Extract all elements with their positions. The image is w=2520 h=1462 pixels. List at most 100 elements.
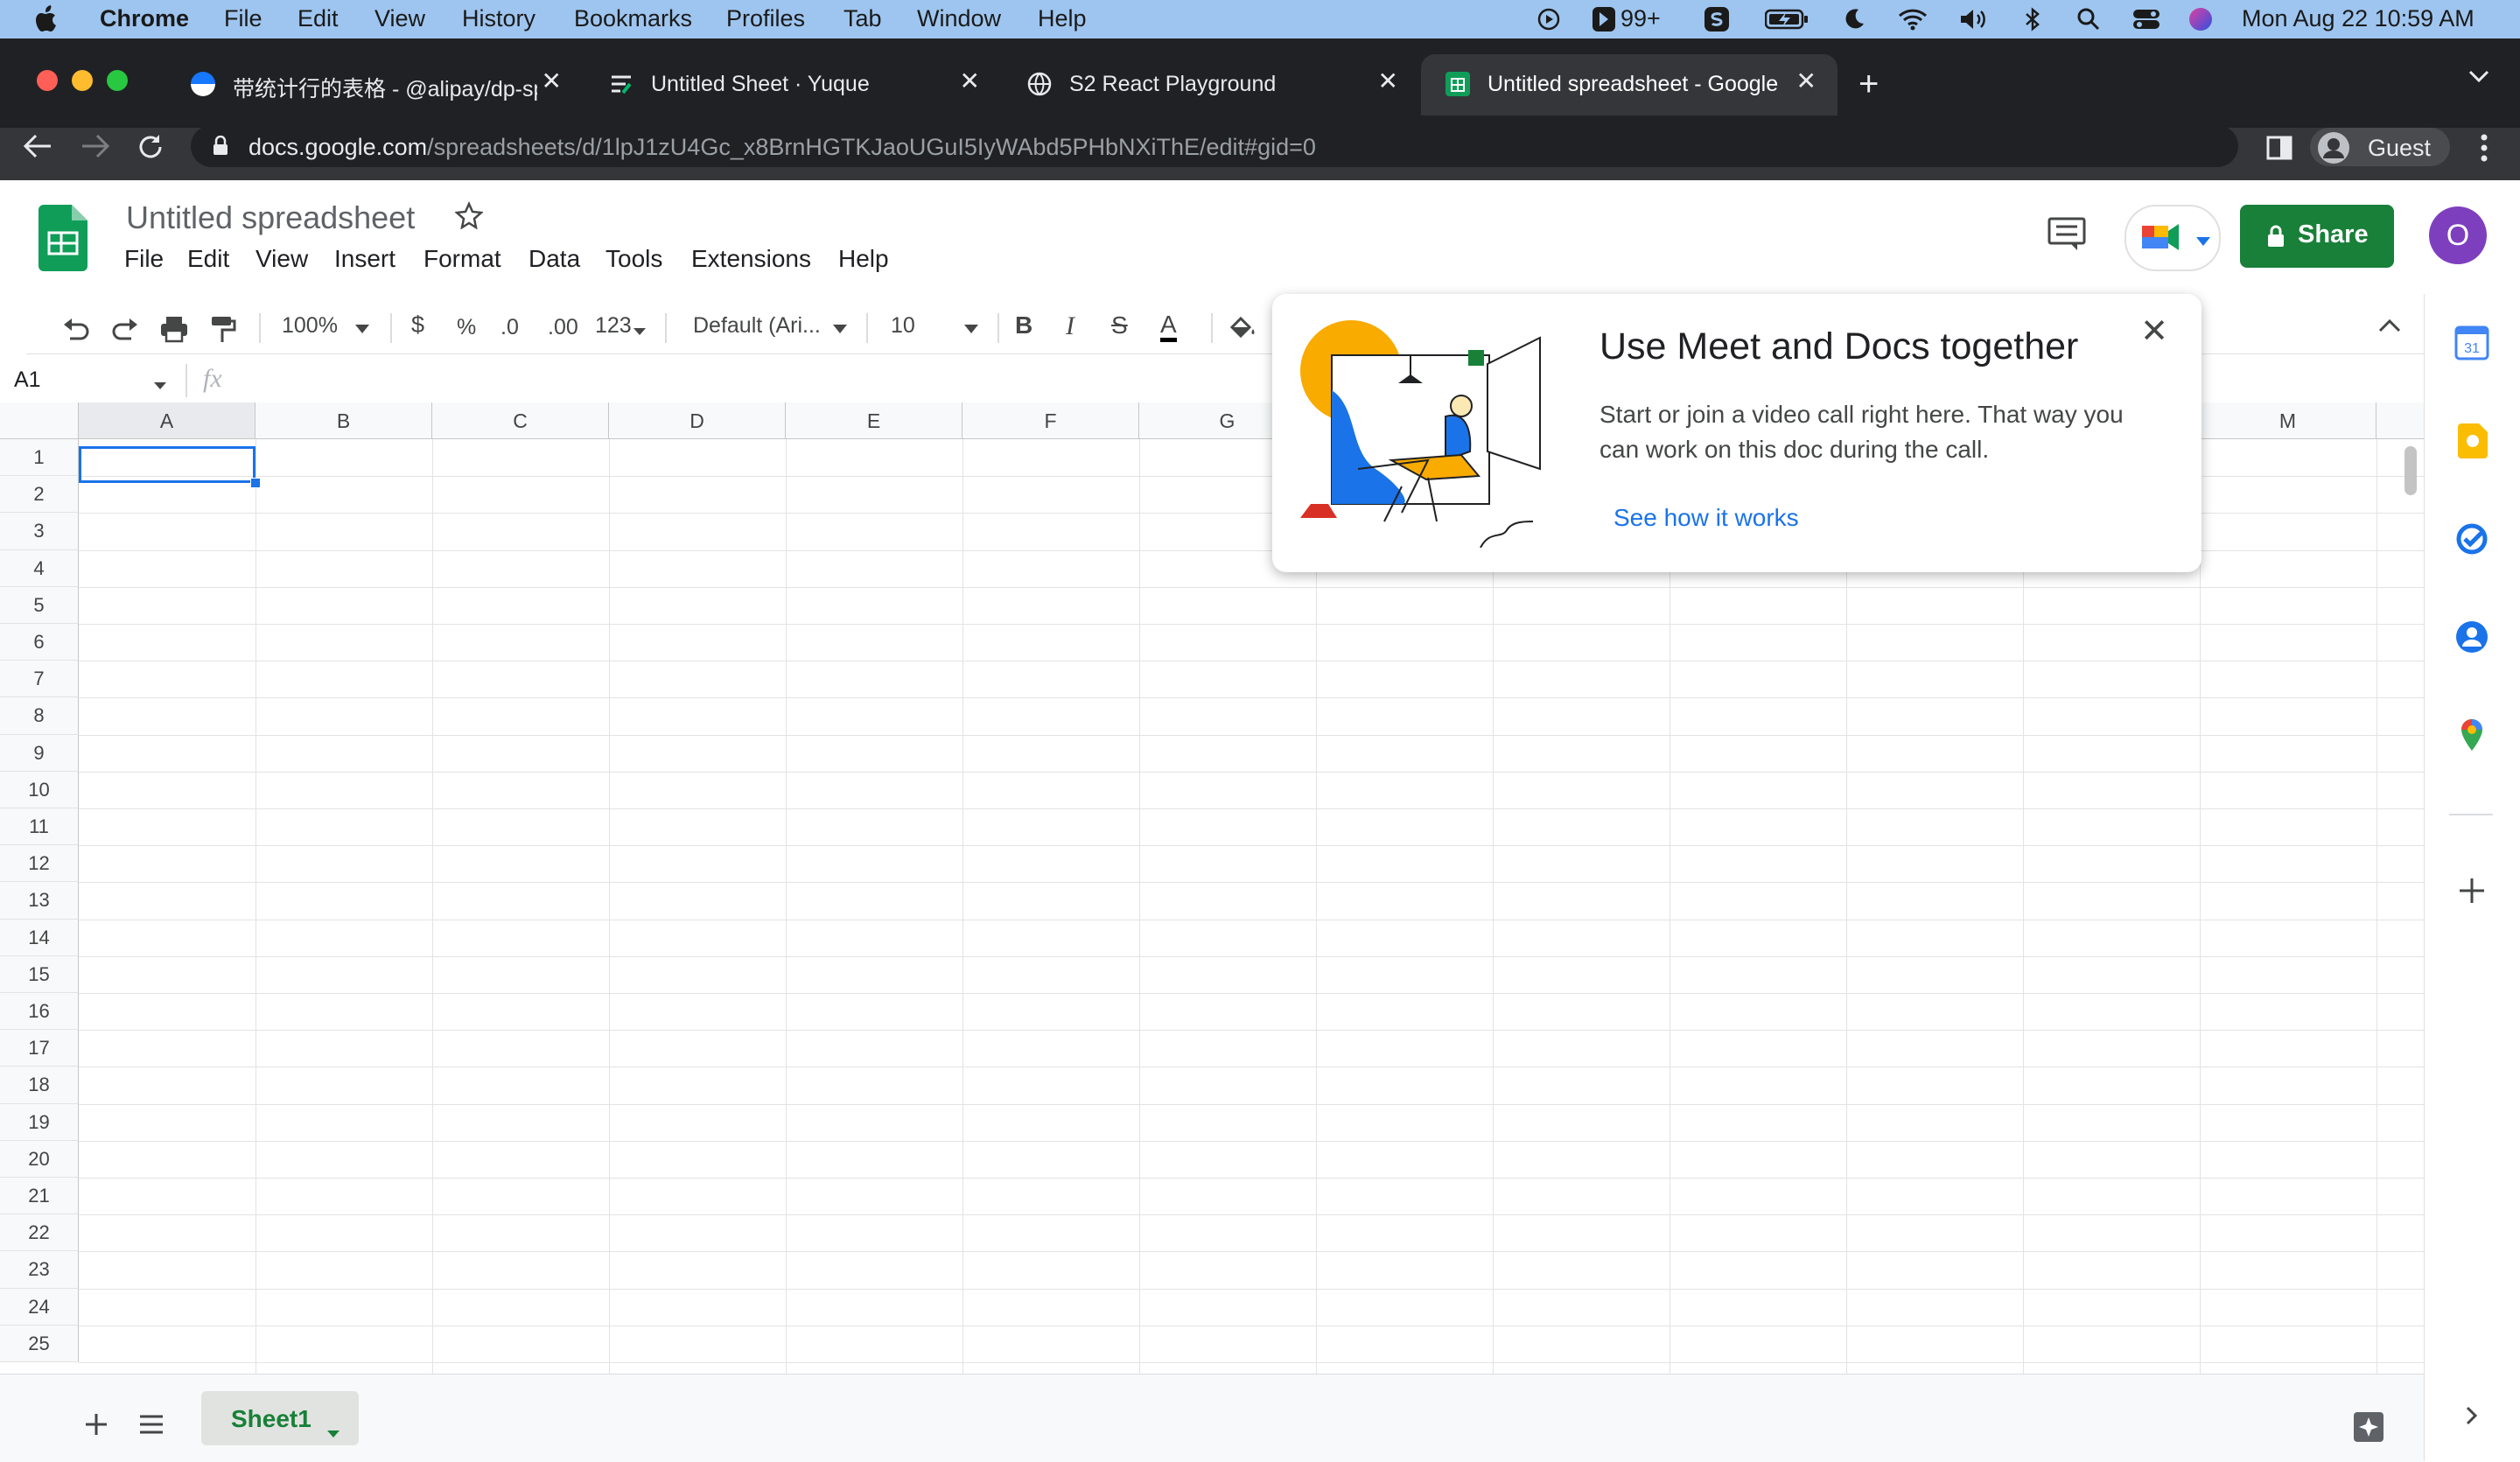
name-box-dropdown-icon[interactable] [154,378,166,394]
row-header[interactable]: 10 [0,771,79,808]
popup-close-icon[interactable]: ✕ [2140,311,2168,351]
mac-menu-tab[interactable]: Tab [844,5,882,32]
control-center-icon[interactable] [2132,5,2161,33]
row-header[interactable]: 25 [0,1325,79,1362]
expand-side-panel-icon[interactable] [2453,1396,2491,1435]
mac-menu-window[interactable]: Window [917,5,1001,32]
column-header-f[interactable]: F [962,402,1139,439]
decrease-decimal-button[interactable]: .0 [500,315,519,340]
meet-button[interactable] [2124,205,2221,271]
row-header[interactable]: 23 [0,1251,79,1289]
mac-menu-help[interactable]: Help [1038,5,1087,32]
collapse-toolbar-icon[interactable] [2378,318,2401,337]
increase-decimal-button[interactable]: .00 [548,315,578,340]
row-header[interactable]: 12 [0,845,79,883]
row-header[interactable]: 18 [0,1067,79,1104]
new-tab-button[interactable]: + [1858,65,1879,104]
row-header[interactable]: 8 [0,697,79,735]
mac-menu-history[interactable]: History [462,5,536,32]
maps-icon[interactable] [2453,716,2491,754]
mac-menu-file[interactable]: File [224,5,262,32]
more-formats-button[interactable]: 123 [595,313,632,339]
row-header[interactable]: 1 [0,439,79,477]
font-size-dropdown-icon[interactable] [964,322,978,338]
select-all-corner[interactable] [0,402,79,439]
side-panel-icon[interactable] [2266,135,2292,165]
window-minimize-button[interactable] [72,70,93,91]
redo-icon[interactable] [110,311,140,349]
row-header[interactable]: 21 [0,1178,79,1215]
column-header-d[interactable]: D [609,402,786,439]
name-box[interactable]: A1 [14,367,41,393]
column-header-m[interactable]: M [2200,402,2376,439]
menu-extensions[interactable]: Extensions [691,245,811,273]
active-cell-a1[interactable] [79,446,256,483]
sheets-logo-icon[interactable] [38,205,88,276]
tab-close-icon[interactable]: ✕ [1796,66,1816,95]
row-header[interactable]: 15 [0,955,79,993]
menu-bar-clock[interactable]: Mon Aug 22 10:59 AM [2242,5,2474,32]
currency-format-button[interactable]: $ [411,311,424,339]
tab-close-icon[interactable]: ✕ [1378,66,1398,95]
row-header[interactable]: 24 [0,1288,79,1326]
spotlight-search-icon[interactable] [2076,5,2102,33]
tasks-icon[interactable] [2453,520,2491,558]
row-header[interactable]: 2 [0,476,79,514]
siri-icon[interactable] [2188,5,2214,33]
calendar-icon[interactable]: 31 [2453,324,2491,362]
forward-button[interactable] [80,128,110,167]
font-family-select[interactable]: Default (Ari... [693,313,821,339]
row-header[interactable]: 13 [0,882,79,920]
paint-format-icon[interactable] [210,311,236,351]
italic-button[interactable]: I [1066,311,1074,341]
doc-title[interactable]: Untitled spreadsheet [126,199,415,236]
mac-menu-bookmarks[interactable]: Bookmarks [574,5,692,32]
row-header[interactable]: 14 [0,919,79,956]
row-header[interactable]: 9 [0,734,79,772]
fill-handle[interactable] [250,478,261,488]
window-close-button[interactable] [37,70,58,91]
star-icon[interactable] [454,200,484,234]
play-icon[interactable] [1535,5,1563,33]
bluetooth-icon[interactable] [2023,5,2042,33]
wifi-icon[interactable] [1897,5,1928,33]
row-header[interactable]: 19 [0,1103,79,1141]
app-name[interactable]: Chrome [100,5,189,32]
row-header[interactable]: 20 [0,1140,79,1178]
tab-close-icon[interactable]: ✕ [542,66,562,95]
menu-help[interactable]: Help [838,245,889,273]
all-sheets-icon[interactable] [138,1414,164,1439]
moon-icon[interactable] [1841,5,1867,33]
vertical-scrollbar-thumb[interactable] [2404,446,2417,495]
window-zoom-button[interactable] [107,70,128,91]
reload-button[interactable] [136,128,164,169]
row-header[interactable]: 16 [0,993,79,1031]
fill-color-icon[interactable] [1228,311,1258,347]
mac-menu-edit[interactable]: Edit [298,5,339,32]
row-header[interactable]: 22 [0,1214,79,1252]
explore-icon[interactable] [2352,1410,2385,1448]
row-header[interactable]: 6 [0,624,79,661]
row-header[interactable]: 7 [0,661,79,698]
menu-insert[interactable]: Insert [334,245,396,273]
row-header[interactable]: 4 [0,549,79,587]
contacts-icon[interactable] [2453,618,2491,656]
strikethrough-button[interactable]: S [1111,311,1128,339]
tab-close-icon[interactable]: ✕ [960,66,980,95]
text-color-button[interactable]: A [1160,311,1177,342]
row-header[interactable]: 11 [0,808,79,846]
browser-tab-google-sheets[interactable]: Untitled spreadsheet - Google ✕ [1421,54,1838,115]
lock-icon[interactable] [212,135,229,161]
font-size-select[interactable]: 10 [891,313,915,339]
column-header-b[interactable]: B [256,402,432,439]
menu-tools[interactable]: Tools [606,245,662,273]
mac-menu-view[interactable]: View [374,5,425,32]
column-header-a[interactable]: A [79,402,256,439]
mac-menu-profiles[interactable]: Profiles [726,5,805,32]
percent-format-button[interactable]: % [457,315,476,340]
browser-tab-antv[interactable]: 带统计行的表格 - @alipay/dp-sp ✕ [166,54,583,115]
zoom-dropdown-icon[interactable] [355,322,369,338]
print-icon[interactable] [159,311,189,349]
back-button[interactable] [23,128,52,167]
notification-app-icon[interactable] [1591,5,1617,33]
